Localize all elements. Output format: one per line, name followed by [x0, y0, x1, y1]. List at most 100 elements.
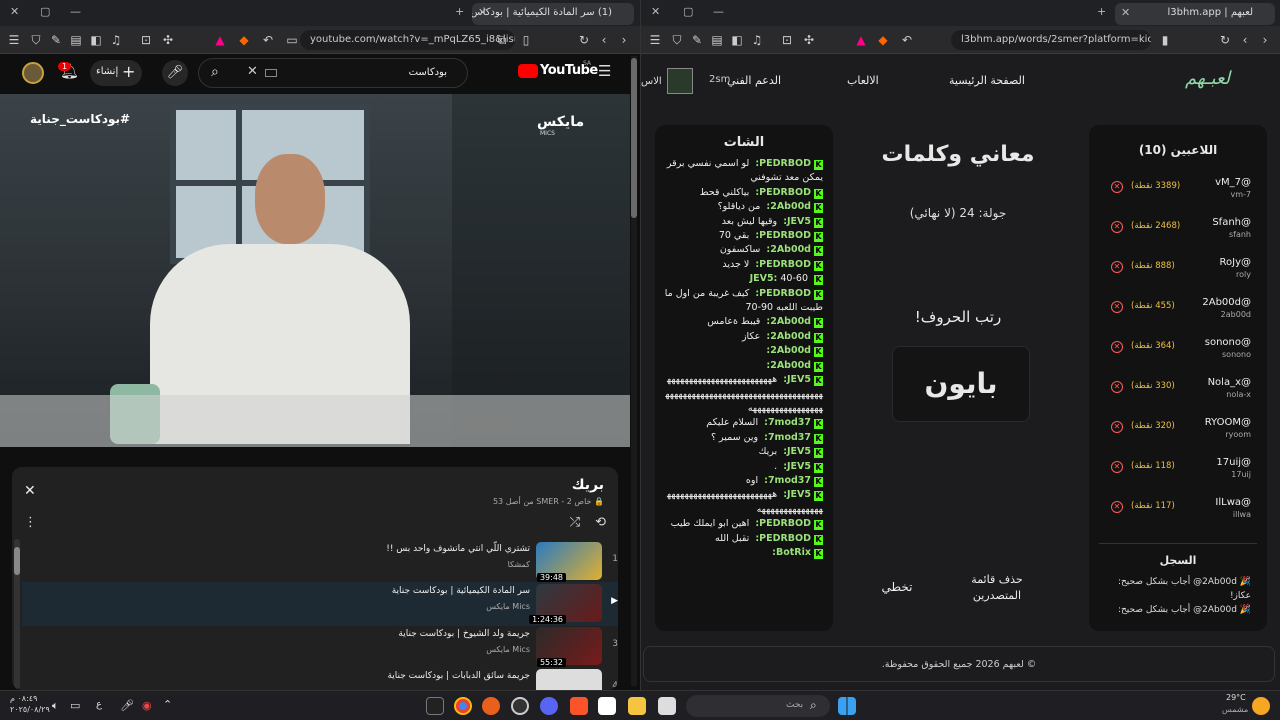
chat-username[interactable]: PEDRBOD: [755, 158, 811, 169]
file-explorer-icon[interactable] [628, 697, 646, 715]
more-options-icon[interactable]: ⋮ [24, 515, 37, 530]
sidebar-icon[interactable]: ◧ [88, 32, 104, 48]
chat-username[interactable]: 7mod37: [764, 432, 811, 443]
playlist-item-thumbnail[interactable] [536, 669, 602, 690]
bookmark-icon[interactable]: ▮ [1157, 32, 1173, 48]
chat-username[interactable]: 2Ab00d: [766, 316, 811, 327]
new-tab-icon[interactable]: + [455, 5, 464, 18]
taskbar-search[interactable]: ⌕ بحث [686, 695, 830, 717]
extension-icon[interactable]: ✎ [48, 32, 64, 48]
playlist-item-thumbnail[interactable]: 1:24:36 [529, 584, 602, 624]
minimize-icon[interactable]: — [70, 5, 81, 18]
chat-username[interactable]: BotRix: [772, 547, 811, 558]
nav-extra[interactable]: الاس [641, 76, 662, 87]
page-scrollbar[interactable] [631, 56, 637, 686]
menu-icon[interactable]: ☰ [647, 32, 663, 48]
puzzle-icon[interactable]: ✣ [801, 32, 817, 48]
remove-player-icon[interactable]: ✕ [1111, 461, 1123, 473]
chrome-icon[interactable] [454, 697, 472, 715]
playlist-item-title[interactable]: سر المادة الكيميائية | بودكاست جناية [392, 586, 530, 596]
playlist-item-thumbnail[interactable]: 55:32 [536, 627, 602, 667]
chat-username[interactable]: 2Ab00d: [766, 345, 811, 356]
remove-player-icon[interactable]: ✕ [1111, 181, 1123, 193]
chat-username[interactable]: 7mod37: [764, 417, 811, 428]
playlist-item[interactable]: 4 جريمة سائق الدبابات | بودكاست جناية [22, 667, 618, 690]
chat-username[interactable]: JEV5: [750, 273, 778, 284]
chat-username[interactable]: 7mod37: [764, 475, 811, 486]
close-window-icon[interactable]: ✕ [651, 5, 660, 18]
playlist-item-current[interactable]: ▶ 1:24:36 سر المادة الكيميائية | بودكاست… [22, 582, 618, 626]
chat-username[interactable]: JEV5: [783, 489, 811, 500]
chat-username[interactable]: JEV5: [783, 461, 811, 472]
playlist-scrollbar[interactable] [14, 539, 20, 689]
nav-support[interactable]: الدعم الفني [727, 74, 781, 87]
search-input[interactable]: ⌕ ✕ بودكاست [198, 58, 468, 88]
clear-search-icon[interactable]: ✕ [247, 64, 258, 79]
playlist-item-title[interactable]: جريمة ولد الشيوخ | بودكاست جناية [398, 629, 530, 639]
reader-icon[interactable]: ▤ [709, 32, 725, 48]
firefox-icon[interactable] [482, 697, 500, 715]
chat-username[interactable]: JEV5: [783, 216, 811, 227]
playlist-scrollbar-thumb[interactable] [14, 547, 20, 575]
reload-icon[interactable]: ↻ [1217, 32, 1233, 48]
youtube-play-icon[interactable] [518, 64, 538, 78]
forward-icon[interactable]: › [1257, 32, 1273, 48]
clock-date[interactable]: ٢٠٢٥/٠٨/٢٩ [10, 705, 50, 714]
site-logo[interactable]: لعبـهم [1185, 68, 1230, 89]
puzzle-icon[interactable]: ✣ [160, 32, 176, 48]
search-icon[interactable]: ⌕ [211, 64, 219, 80]
playlist-item[interactable]: 1 39:48 تشتري اللّي انتي ماتشوف واحد بس … [22, 540, 618, 584]
new-tab-icon[interactable]: + [1097, 5, 1106, 18]
chat-username[interactable]: JEV5: [783, 446, 811, 457]
epic-games-icon[interactable] [426, 697, 444, 715]
remove-player-icon[interactable]: ✕ [1111, 381, 1123, 393]
shield-icon[interactable]: ⛉ [669, 32, 685, 48]
reload-icon[interactable]: ↻ [576, 32, 592, 48]
avatar[interactable] [22, 62, 44, 84]
close-playlist-icon[interactable]: ✕ [24, 483, 36, 499]
display-icon[interactable]: ▭ [70, 699, 80, 712]
remove-player-icon[interactable]: ✕ [1111, 221, 1123, 233]
office-icon[interactable] [598, 697, 616, 715]
music-icon[interactable]: ♫ [108, 32, 124, 48]
hamburger-icon[interactable]: ☰ [598, 62, 611, 80]
brave-icon[interactable] [570, 697, 588, 715]
music-icon[interactable]: ♫ [749, 32, 765, 48]
loop-icon[interactable]: ⟲ [595, 515, 606, 530]
minimize-icon[interactable]: — [713, 5, 724, 18]
playlist-item[interactable]: 3 55:32 جريمة ولد الشيوخ | بودكاست جناية… [22, 625, 618, 669]
playlist-item-title[interactable]: تشتري اللّي انتي ماتشوف واحد بس !! [386, 544, 530, 554]
chat-username[interactable]: 2Ab00d: [766, 244, 811, 255]
back-history-icon[interactable]: ↶ [260, 32, 276, 48]
back-history-icon[interactable]: ↶ [899, 32, 915, 48]
sidebar-icon[interactable]: ◧ [729, 32, 745, 48]
remove-player-icon[interactable]: ✕ [1111, 261, 1123, 273]
brave-shield-icon[interactable]: ◆ [875, 32, 891, 48]
weather-temp[interactable]: 29°C [1226, 693, 1246, 702]
tab-youtube[interactable]: ✕ (1) سر المادة الكيميائية | بودكاس... [472, 3, 634, 25]
remove-player-icon[interactable]: ✕ [1111, 501, 1123, 513]
address-bar[interactable]: l3bhm.app/words/2smer?platform=kick [951, 30, 1151, 50]
mic-icon[interactable]: 🎤︎ [162, 60, 188, 86]
brave-rewards-icon[interactable]: ▲ [212, 32, 228, 48]
screenshot-icon[interactable]: ⊡ [138, 32, 154, 48]
playlist-item-thumbnail[interactable]: 39:48 [536, 542, 602, 582]
task-view-icon[interactable] [658, 697, 676, 715]
clock-time[interactable]: ٠٨:٤٩ م [10, 693, 37, 704]
chat-username[interactable]: PEDRBOD: [755, 259, 811, 270]
user-avatar[interactable] [667, 68, 693, 94]
remove-player-icon[interactable]: ✕ [1111, 341, 1123, 353]
close-tab-icon[interactable]: ✕ [478, 6, 487, 19]
windows-start-icon[interactable] [838, 697, 856, 715]
maximize-icon[interactable]: ▢ [683, 5, 693, 18]
back-icon[interactable]: ‹ [596, 32, 612, 48]
discord-icon[interactable] [540, 697, 558, 715]
page-scrollbar-thumb[interactable] [631, 58, 637, 218]
tray-up-icon[interactable]: ⌃ [163, 698, 172, 711]
remove-player-icon[interactable]: ✕ [1111, 421, 1123, 433]
chat-username[interactable]: 2Ab00d: [766, 331, 811, 342]
obs-icon[interactable] [511, 697, 529, 715]
chat-username[interactable]: PEDRBOD: [755, 187, 811, 198]
reader-icon[interactable]: ▤ [68, 32, 84, 48]
skip-button[interactable]: تخطي [875, 580, 919, 594]
